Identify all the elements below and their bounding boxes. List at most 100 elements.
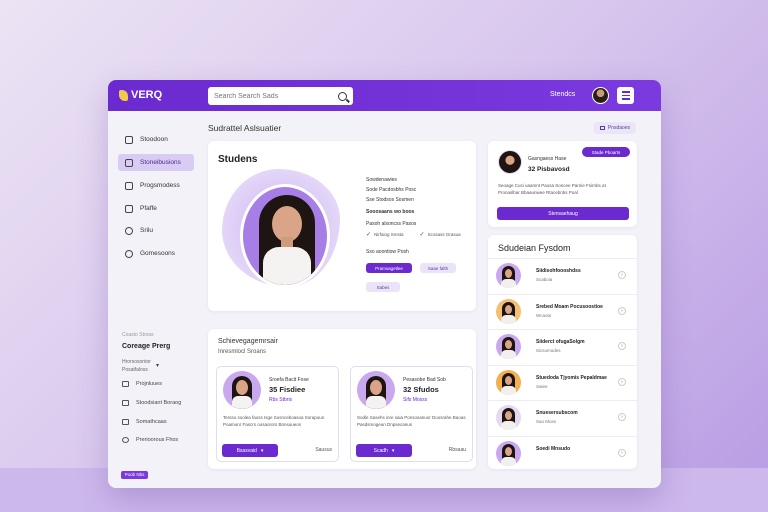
avatar [498,150,522,174]
footer-pill[interactable]: Poob Nbs [121,471,148,479]
chevron-down-icon: ▾ [260,447,264,454]
info-line: Sse Stodsos Sosmen [366,197,414,203]
list-item[interactable]: Snuesersubscom Sao Moss › [488,400,637,433]
notice-action-button[interactable]: Stensaehaug [497,207,629,220]
course-sub: Hrorsosontor [122,359,151,365]
secondary-action-label: Saae falth [427,265,449,271]
avatar-part [505,375,512,385]
list-item-name: Siidisohfoooshdss [536,268,581,274]
course-link[interactable]: Sifs Mosss [403,397,427,403]
chevron-right-icon[interactable]: › [618,306,626,315]
avatar [496,369,521,395]
chevron-right-icon[interactable]: › [618,413,626,421]
small-action-button[interactable]: Sabes [366,282,400,292]
sidebar-subitem-projects[interactable]: Projnluues [122,381,162,387]
chevron-down-icon[interactable]: ▾ [156,362,159,369]
logo-icon [119,89,128,101]
sidebar-subitem-help[interactable]: Prerioorous Fhos [122,437,178,443]
chevron-right-icon[interactable]: › [618,448,626,457]
profile-heading: Studens [218,154,258,165]
secondary-action-button[interactable]: Saae falth [420,263,456,273]
sidebar-item-calendar[interactable]: Pfaffe [118,200,194,217]
avatar-part [501,456,516,466]
avatar-part [501,279,516,288]
calendar-icon [125,204,133,213]
app-window: VERQ Stendcs Stoodoon Stoneibusions Prog… [108,80,661,488]
logo-text: VERQ [131,89,163,101]
course-mini-card[interactable]: Pesasobe Bad Sob 32 Sfudos Sifs Mosss So… [350,366,473,462]
course-link[interactable]: Rbs Stbris [269,397,292,403]
chart-icon [122,400,129,406]
course-more-link[interactable]: Rbsaau [449,447,466,453]
top-action-button[interactable]: Pnsdaoes [594,122,636,134]
sidebar-item-label: Stoneibusions [140,159,181,166]
course-photo [357,371,395,409]
top-bar: VERQ Stendcs [108,80,661,111]
avatar[interactable] [592,87,609,104]
avatar-part [501,350,516,359]
photo-face [236,380,248,395]
sidebar-item-dashboard[interactable]: Stoodoon [118,131,194,148]
sidebar-subitem-board[interactable]: Stoodsiant Boraog [122,400,181,406]
list-item[interactable]: Soedi Mnsudo › [488,435,637,469]
sidebar-item-students[interactable]: Stoneibusions [118,154,194,171]
list-item[interactable]: Stuedoda Tjyomis Pepaldmae Saiee › [488,364,637,398]
course-more-link[interactable]: Sausus [315,447,332,453]
course-name: Sroefa Bacit Fose [269,377,309,383]
check-icon: ✓ [366,232,372,238]
list-item-sub: Saiee [536,383,548,389]
avatar [496,405,521,430]
notice-count: 32 Pisbavosd [528,166,570,173]
avatar [496,440,521,466]
chevron-right-icon[interactable]: › [618,271,626,279]
chevron-right-icon[interactable]: › [618,342,626,350]
menu-button[interactable] [617,87,634,104]
menu-line [621,98,630,100]
list-item[interactable]: Siidisohfoooshdss Scaboia › [488,258,637,291]
sidebar-subitem-label: Stoodsiant Boraog [136,400,182,406]
notice-card: Stade Pboarts Gasngaess Hase 32 Pisbavos… [488,141,637,227]
course-sub: Posatfaloss [122,367,148,373]
sidebar-item-label: Srilu [140,227,154,234]
small-action-label: Sabes [376,284,390,290]
check-row: ✓ Nirfaiog Smsta ✓ Scosass Grasua [366,232,461,238]
status-badge[interactable]: Stade Pboarts [582,147,630,157]
list-item-sub: Wcaoto [536,312,552,318]
check-item: ✓ Scosass Grasua [420,232,461,238]
avatar [496,334,521,359]
course-photo [223,371,261,409]
photo-shirt [366,396,386,409]
course-enroll-button[interactable]: Bsasvaid ▾ [222,444,278,457]
search-icon[interactable] [338,91,347,101]
list-item-name: Srebed Moam Pocusoostioe [536,303,603,310]
course-text: Tersso soolea faoss Isge Sosnceboasoa So… [223,415,325,427]
sidebar-item-globe[interactable]: Srilu [118,222,194,239]
list-item[interactable]: Srebed Moam Pocusoostioe Wcaoto › [488,293,637,327]
sidebar-item-progress[interactable]: Progsmodess [118,177,194,194]
sidebar-item-label: Stoodoon [140,136,168,143]
photo-shirt [232,396,252,409]
photo-face [370,380,382,395]
app-logo[interactable]: VERQ [119,89,162,101]
sidebar-subitem-tags[interactable]: Somathcaas [122,419,167,425]
notice-text: Seoage Cusi uaamnt Paosa Soncee Parnie F… [498,183,606,195]
course-mini-card[interactable]: Sroefa Bacit Fose 35 Fisdiee Rbs Stbris … [216,366,339,462]
avatar-part [505,446,512,456]
user-label[interactable]: Stendcs [550,91,575,98]
primary-action-button[interactable]: Pramsagetlee [366,263,412,273]
info-line: Sode Pacdosbhs Posc [366,187,417,193]
course-enroll-button[interactable]: Scadh ▾ [356,444,412,457]
list-item[interactable]: Siiderct ofugaSolgm Sicsomodes › [488,329,637,362]
dashboard-icon [125,135,133,144]
avatar [496,298,521,324]
sidebar: Stoodoon Stoneibusions Progsmodess Pfaff… [108,111,204,488]
chevron-right-icon[interactable]: › [618,377,626,386]
sidebar-item-settings[interactable]: Gomesoons [118,245,194,262]
avatar-part [501,314,516,324]
search-input[interactable] [214,92,324,100]
list-item-sub: Sicsomodes [536,348,561,353]
avatar-part [505,411,512,420]
top-action-label: Pnsdaoes [607,125,631,131]
course-count: 35 Fisdiee [269,385,306,394]
info-title: Sowdenawies [366,177,397,183]
